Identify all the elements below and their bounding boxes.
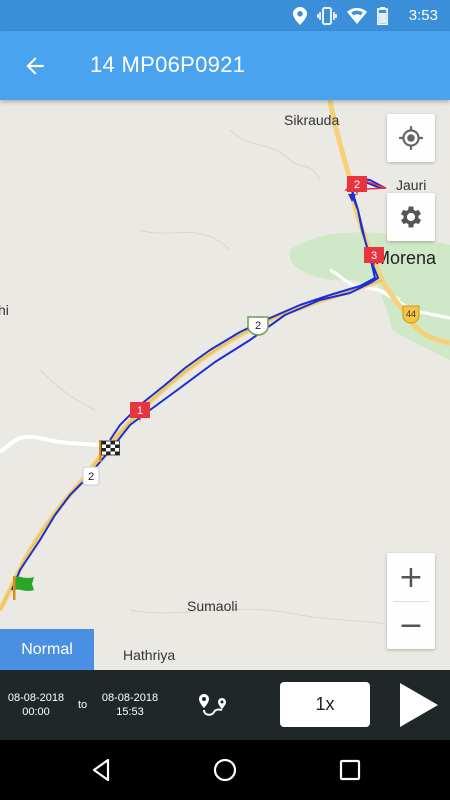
to-time: 15:53 xyxy=(116,706,144,718)
my-location-icon xyxy=(399,126,423,150)
map-label-sumaoli: Sumaoli xyxy=(187,598,238,614)
highway-2 xyxy=(0,277,383,612)
map-label-sikrauda: Sikrauda xyxy=(284,112,340,128)
from-datetime[interactable]: 08-08-2018 00:00 xyxy=(4,691,68,719)
from-time: 00:00 xyxy=(22,706,50,718)
map-type-button[interactable]: Normal xyxy=(0,629,94,670)
nav-home-icon[interactable] xyxy=(210,755,240,785)
stop-marker-3[interactable]: 3 xyxy=(362,245,386,269)
page-title: 14 MP06P0921 xyxy=(90,52,246,77)
highway-edge xyxy=(0,279,383,611)
gear-icon xyxy=(400,206,422,228)
map-settings-button[interactable] xyxy=(387,193,435,241)
terrain-line xyxy=(229,129,321,181)
map-label-partial: hi xyxy=(0,302,9,318)
route-shield-2-upper-text: 2 xyxy=(255,320,261,332)
route-icon[interactable] xyxy=(198,692,228,718)
location-pin-icon xyxy=(293,7,307,25)
stop-marker-3-label: 3 xyxy=(371,250,377,262)
wifi-icon xyxy=(347,8,367,24)
map-view[interactable]: Sikrauda Jauri Morena hi Sumaoli Hathriy… xyxy=(0,100,450,670)
vibrate-icon xyxy=(317,7,337,25)
route-shield-2-lower-text: 2 xyxy=(88,471,94,483)
map-label-hathriya: Hathriya xyxy=(123,647,176,663)
terrain-line xyxy=(139,229,231,251)
checkered-flag-icon[interactable] xyxy=(97,438,123,464)
app-bar: 14 MP06P0921 xyxy=(0,31,450,100)
stop-marker-1[interactable]: 1 xyxy=(128,400,152,424)
zoom-controls: + − xyxy=(387,553,435,649)
from-date: 08-08-2018 xyxy=(7,692,65,704)
zoom-in-button[interactable]: + xyxy=(387,553,435,601)
to-date: 08-08-2018 xyxy=(101,692,159,704)
nav-recents-icon[interactable] xyxy=(335,755,365,785)
route-shield-44: 44 xyxy=(402,305,420,324)
arrow-back-icon[interactable] xyxy=(22,53,48,79)
to-label: to xyxy=(78,699,88,711)
map-label-jauri: Jauri xyxy=(396,177,427,193)
terrain-line xyxy=(129,608,391,626)
status-bar: 3:53 xyxy=(0,0,450,31)
battery-icon xyxy=(377,7,388,25)
zoom-out-button[interactable]: − xyxy=(387,601,435,649)
route-shield-2-upper: 2 xyxy=(247,316,269,336)
to-datetime[interactable]: 08-08-2018 15:53 xyxy=(98,691,162,719)
route-shield-2-lower: 2 xyxy=(82,466,100,486)
map-base-layer xyxy=(0,100,450,626)
stop-marker-1-label: 1 xyxy=(137,405,143,417)
status-icons xyxy=(293,6,388,26)
route-shield-44-text: 44 xyxy=(406,309,416,319)
nav-back-icon[interactable] xyxy=(86,755,116,785)
playback-speed-button[interactable]: 1x xyxy=(280,682,370,727)
minor-road xyxy=(0,434,101,454)
my-location-button[interactable] xyxy=(387,114,435,162)
terrain-line xyxy=(39,369,96,411)
stop-marker-2-label: 2 xyxy=(354,179,360,191)
playback-controls: 08-08-2018 00:00 to 08-08-2018 15:53 1x xyxy=(0,670,450,740)
system-nav-bar xyxy=(0,740,450,800)
play-icon[interactable] xyxy=(398,681,440,729)
green-flag-icon[interactable] xyxy=(10,574,36,602)
stop-marker-2[interactable]: 2 xyxy=(345,174,369,198)
status-time: 3:53 xyxy=(408,7,438,24)
